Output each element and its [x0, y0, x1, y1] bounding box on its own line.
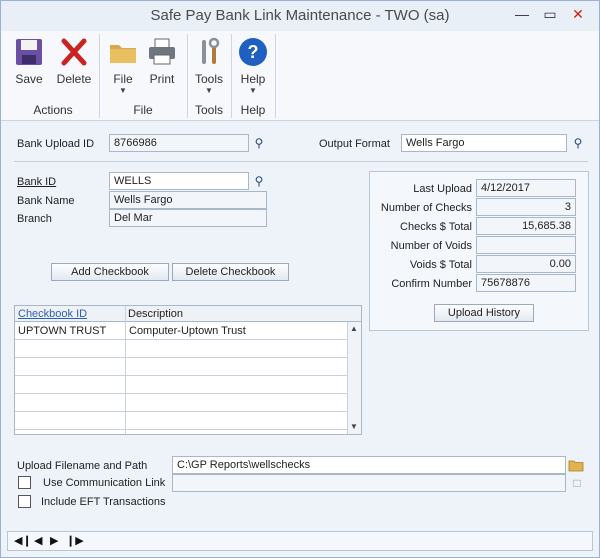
grid-header: Checkbook ID Description [15, 306, 361, 322]
next-record-icon[interactable]: ▶ [50, 533, 58, 549]
folder-icon [110, 45, 136, 63]
table-row-checkbook-id[interactable] [15, 395, 125, 412]
table-row-description[interactable] [126, 395, 347, 412]
ribbon: Save Delete Actions File ▼ Print File To… [1, 31, 599, 121]
group-label-help: Help [240, 103, 266, 117]
table-row-description[interactable] [126, 359, 347, 376]
bank-upload-id-label: Bank Upload ID [17, 138, 95, 150]
tools-menu-button[interactable]: Tools ▼ [191, 34, 227, 95]
output-format-label: Output Format [319, 138, 390, 150]
window: Safe Pay Bank Link Maintenance - TWO (sa… [0, 0, 600, 558]
printer-icon [149, 38, 175, 65]
table-row-checkbook-id[interactable] [15, 359, 125, 376]
folder-browse-icon[interactable] [568, 457, 584, 473]
description-column-header: Description [128, 308, 184, 320]
lookup-icon[interactable]: ⚲ [569, 134, 587, 152]
svg-text:?: ? [248, 42, 259, 62]
branch-label: Branch [17, 213, 52, 225]
checkbook-grid: Checkbook ID Description UPTOWN TRUST Co… [14, 305, 362, 435]
include-eft-label: Include EFT Transactions [41, 496, 166, 508]
summary-label: Last Upload [413, 183, 472, 195]
table-row-checkbook-id[interactable] [15, 377, 125, 394]
group-label-file: File [133, 103, 153, 117]
last-record-icon[interactable]: ❙▶ [66, 533, 84, 549]
scroll-up-icon[interactable]: ▲ [350, 324, 358, 333]
save-button[interactable]: Save [9, 34, 49, 94]
lookup-icon[interactable]: ⚲ [250, 172, 268, 190]
last-upload-field: 4/12/2017 [476, 179, 576, 197]
delete-x-icon [61, 38, 87, 66]
maximize-button[interactable]: ▭ [539, 5, 561, 23]
upload-path-label: Upload Filename and Path [17, 460, 148, 472]
grid-scrollbar[interactable]: ▲ ▼ [347, 322, 361, 434]
delete-checkbook-button[interactable]: Delete Checkbook [172, 263, 289, 281]
lookup-icon[interactable]: ⚲ [250, 134, 268, 152]
table-row-description[interactable]: Computer-Uptown Trust [126, 323, 347, 340]
summary-label: Confirm Number [391, 278, 472, 290]
minimize-button[interactable]: — [511, 5, 533, 23]
table-row-description[interactable] [126, 413, 347, 430]
bank-name-field: Wells Fargo [109, 191, 267, 209]
checks-total-field: 15,685.38 [476, 217, 576, 235]
help-menu-button[interactable]: ? Help ▼ [235, 34, 271, 95]
table-row-checkbook-id[interactable] [15, 413, 125, 430]
close-button[interactable]: ✕ [567, 5, 589, 23]
number-of-voids-field [476, 236, 576, 254]
ribbon-separator [99, 34, 100, 118]
window-title: Safe Pay Bank Link Maintenance - TWO (sa… [150, 7, 450, 24]
group-label-tools: Tools [194, 103, 223, 117]
scroll-down-icon[interactable]: ▼ [350, 422, 358, 431]
summary-label: Voids $ Total [409, 259, 472, 271]
confirm-number-field: 75678876 [476, 274, 576, 292]
bank-upload-id-field[interactable]: 8766986 [109, 134, 249, 152]
table-row-checkbook-id[interactable]: UPTOWN TRUST [15, 323, 125, 340]
previous-record-icon[interactable]: ◀ [34, 533, 42, 549]
table-row-checkbook-id[interactable] [15, 341, 125, 358]
table-row-description[interactable] [126, 377, 347, 394]
ribbon-separator [275, 34, 276, 118]
branch-field: Del Mar [109, 209, 267, 227]
voids-total-field: 0.00 [476, 255, 576, 273]
document-icon: □ [573, 476, 581, 490]
save-icon [16, 39, 42, 65]
help-icon: ? [239, 38, 267, 66]
summary-label: Checks $ Total [400, 221, 472, 233]
upload-summary-panel: Last Upload 4/12/2017 Number of Checks 3… [369, 171, 589, 331]
print-button[interactable]: Print [143, 34, 181, 94]
delete-button[interactable]: Delete [53, 34, 95, 94]
bank-id-link[interactable]: Bank ID [17, 176, 56, 188]
file-menu-button[interactable]: File ▼ [105, 34, 141, 95]
title-bar: Safe Pay Bank Link Maintenance - TWO (sa… [1, 1, 599, 31]
ribbon-separator [231, 34, 232, 118]
upload-path-field[interactable]: C:\GP Reports\wellschecks [172, 456, 566, 474]
divider [14, 161, 588, 162]
bank-id-field[interactable]: WELLS [109, 172, 249, 190]
ribbon-separator [187, 34, 188, 118]
communication-link-field [172, 474, 566, 492]
record-navigation-bar: ◀❙ ◀ ▶ ❙▶ [7, 531, 593, 551]
output-format-field[interactable]: Wells Fargo [401, 134, 567, 152]
use-communication-link-checkbox[interactable] [18, 476, 31, 489]
first-record-icon[interactable]: ◀❙ [14, 533, 32, 549]
table-row-description[interactable] [126, 341, 347, 358]
include-eft-checkbox[interactable] [18, 495, 31, 508]
group-label-actions: Actions [33, 103, 73, 117]
use-communication-link-label: Use Communication Link [43, 477, 166, 489]
tools-icon [202, 37, 220, 64]
bank-name-label: Bank Name [17, 195, 75, 207]
add-checkbook-button[interactable]: Add Checkbook [51, 263, 169, 281]
checkbook-id-column-header[interactable]: Checkbook ID [15, 306, 125, 322]
summary-label: Number of Checks [380, 202, 472, 214]
summary-label: Number of Voids [390, 240, 472, 252]
number-of-checks-field: 3 [476, 198, 576, 216]
upload-history-button[interactable]: Upload History [434, 304, 534, 322]
